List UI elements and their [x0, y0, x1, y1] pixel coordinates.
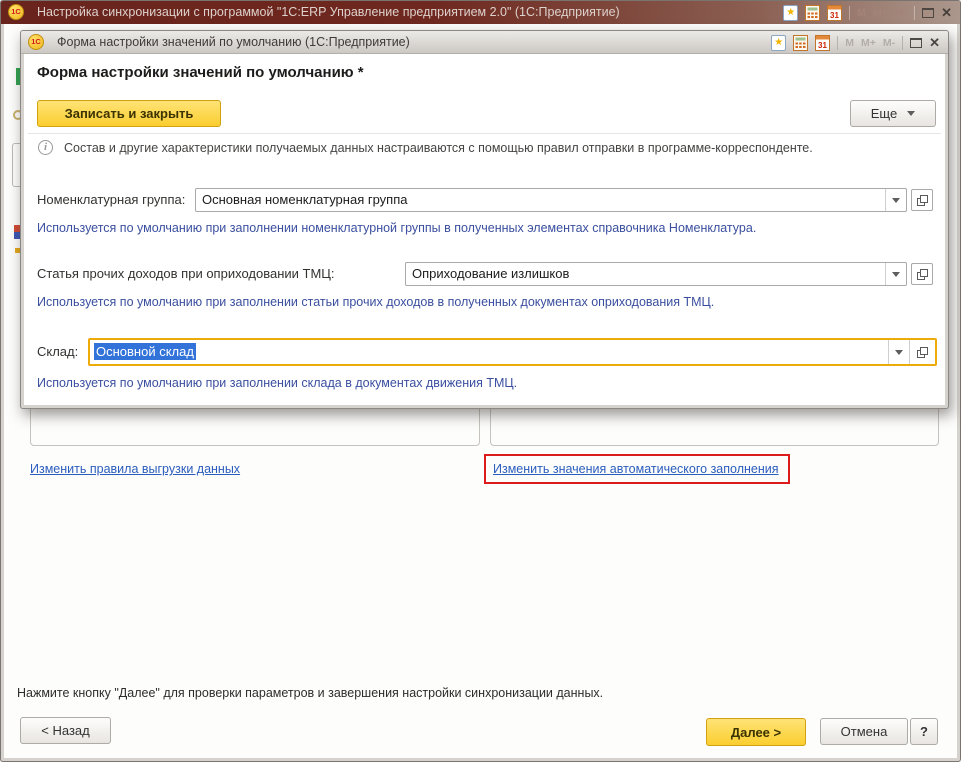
chevron-down-icon [892, 272, 900, 277]
parent-window-title: Настройка синхронизации с программой "1С… [37, 1, 620, 24]
nomenclature-group-label: Номенклатурная группа: [37, 188, 185, 212]
parent-titlebar: 1С Настройка синхронизации с программой … [1, 1, 960, 24]
next-button[interactable]: Далее > [706, 718, 806, 746]
wizard-hint-text: Нажмите кнопку "Далее" для проверки пара… [17, 686, 603, 700]
titlebar-separator [837, 36, 838, 50]
chevron-down-icon [895, 350, 903, 355]
back-button[interactable]: < Назад [20, 717, 111, 744]
memory-m-indicator: М [845, 37, 854, 49]
maximize-icon[interactable] [910, 38, 922, 48]
more-button[interactable]: Еще [850, 100, 936, 127]
dialog-titlebar: 1С Форма настройки значений по умолчанию… [21, 31, 948, 54]
titlebar-separator [902, 36, 903, 50]
svg-text:31: 31 [818, 41, 827, 50]
screen: 1С Настройка синхронизации с программой … [0, 0, 961, 762]
warehouse-dropdown-button[interactable] [888, 340, 909, 364]
command-bar-separator [28, 133, 941, 134]
warehouse-label: Склад: [37, 340, 78, 364]
close-icon[interactable]: ✕ [929, 31, 940, 54]
nomenclature-group-field[interactable]: Основная номенклатурная группа [195, 188, 907, 212]
memory-m-indicator: М [857, 7, 866, 19]
memory-m-plus-indicator: М+ [873, 7, 888, 19]
titlebar-separator [914, 6, 915, 20]
memory-m-minus-indicator: М- [895, 7, 907, 19]
nomenclature-group-dropdown-button[interactable] [885, 189, 906, 211]
more-button-label: Еще [871, 106, 897, 121]
open-icon [917, 195, 928, 206]
change-autofill-values-link[interactable]: Изменить значения автоматического заполн… [493, 462, 779, 476]
warehouse-value[interactable]: Основной склад [90, 340, 888, 364]
open-icon [917, 269, 928, 280]
help-button[interactable]: ? [910, 718, 938, 745]
other-income-item-hint: Используется по умолчанию при заполнении… [37, 295, 714, 309]
change-export-rules-link[interactable]: Изменить правила выгрузки данных [30, 462, 240, 476]
selected-text: Основной склад [94, 343, 196, 360]
memory-m-plus-indicator: М+ [861, 37, 876, 49]
svg-text:31: 31 [830, 11, 839, 20]
calculator-icon[interactable] [793, 35, 808, 51]
calculator-icon[interactable] [805, 5, 820, 21]
chevron-down-icon [907, 111, 915, 116]
calendar-icon[interactable]: 31 [827, 5, 842, 21]
1c-logo-icon: 1С [28, 34, 44, 50]
parent-titlebar-icons: ★ 31 М М+ М- ✕ [783, 1, 952, 24]
maximize-icon[interactable] [922, 8, 934, 18]
dialog-titlebar-icons: ★ 31 М М+ М- ✕ [771, 31, 940, 54]
warehouse-open-button[interactable] [909, 340, 935, 364]
calendar-icon[interactable]: 31 [815, 35, 830, 51]
1c-logo-icon: 1С [8, 4, 24, 20]
annotation-highlight-box: Изменить значения автоматического заполн… [484, 454, 790, 484]
favorites-icon[interactable]: ★ [771, 35, 786, 51]
chevron-down-icon [892, 198, 900, 203]
nomenclature-group-hint: Используется по умолчанию при заполнении… [37, 221, 756, 235]
cancel-button[interactable]: Отмена [820, 718, 908, 745]
other-income-item-field[interactable]: Оприходование излишков [405, 262, 907, 286]
default-values-dialog: 1С Форма настройки значений по умолчанию… [20, 30, 949, 409]
warehouse-hint: Используется по умолчанию при заполнении… [37, 376, 517, 390]
dialog-heading: Форма настройки значений по умолчанию * [37, 64, 364, 81]
nomenclature-group-open-button[interactable] [911, 189, 933, 211]
other-income-item-value[interactable]: Оприходование излишков [406, 263, 885, 285]
other-income-item-label: Статья прочих доходов при оприходовании … [37, 262, 335, 286]
save-and-close-button[interactable]: Записать и закрыть [37, 100, 221, 127]
favorites-icon[interactable]: ★ [783, 5, 798, 21]
open-icon [917, 347, 928, 358]
other-income-item-open-button[interactable] [911, 263, 933, 285]
info-icon: i [38, 140, 53, 155]
dialog-body: Форма настройки значений по умолчанию * … [24, 54, 945, 405]
close-icon[interactable]: ✕ [941, 1, 952, 24]
info-text: Состав и другие характеристики получаемы… [64, 141, 813, 155]
memory-m-minus-indicator: М- [883, 37, 895, 49]
titlebar-separator [849, 6, 850, 20]
dialog-window-title: Форма настройки значений по умолчанию (1… [57, 31, 410, 54]
nomenclature-group-value[interactable]: Основная номенклатурная группа [196, 189, 885, 211]
warehouse-field[interactable]: Основной склад [88, 338, 937, 366]
other-income-item-dropdown-button[interactable] [885, 263, 906, 285]
